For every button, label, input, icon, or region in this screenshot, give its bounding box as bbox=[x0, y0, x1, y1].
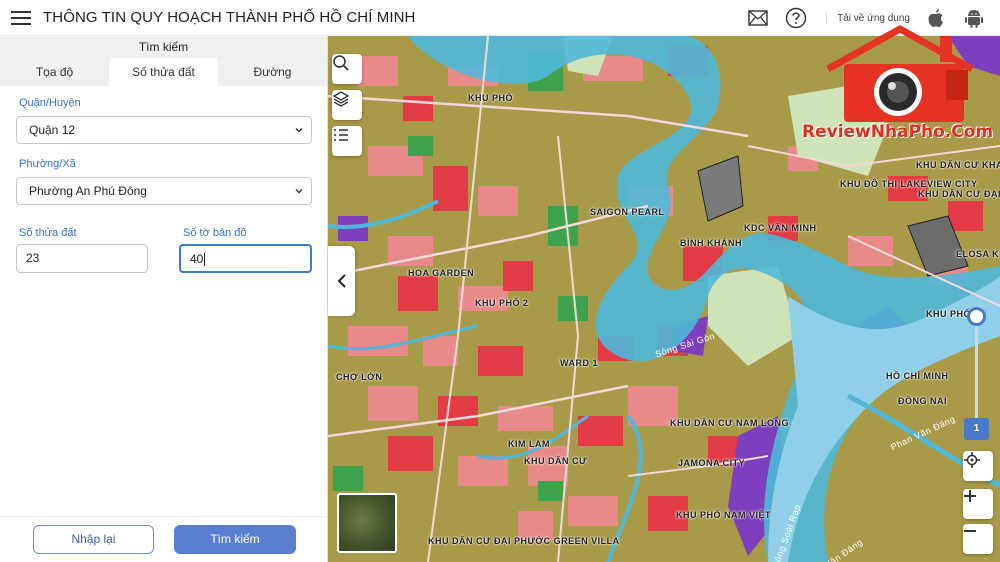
map-label: JAMONA CITY bbox=[678, 458, 746, 468]
minus-icon bbox=[964, 530, 976, 532]
zoom-level-badge: 1 bbox=[964, 418, 989, 440]
zoom-slider-track[interactable] bbox=[975, 316, 978, 426]
map-label: ĐỒNG NAI bbox=[898, 396, 947, 406]
watermark-text: ReviewNhaPho.Com bbox=[802, 122, 994, 142]
map-label: WARD 1 bbox=[560, 358, 599, 368]
chevron-left-icon bbox=[337, 274, 346, 288]
house-camera-logo bbox=[826, 24, 974, 122]
chevron-down-icon bbox=[295, 128, 303, 133]
map-sheet-input[interactable]: 40 bbox=[179, 244, 312, 273]
tab-parcel-number[interactable]: Số thửa đất bbox=[109, 58, 218, 86]
locate-button[interactable] bbox=[963, 451, 993, 481]
search-panel-title: Tìm kiếm bbox=[138, 40, 189, 54]
map-label: KHU DÂN CƯ ĐẠI HỌC BÁCH KHOA bbox=[918, 189, 1000, 199]
map-label: KHU PHỐ bbox=[926, 309, 972, 319]
search-button[interactable]: Tìm kiếm bbox=[174, 525, 296, 554]
tab-street[interactable]: Đường bbox=[218, 58, 327, 86]
map-label: KHU DÂN CƯ ĐẠI PHƯỚC GREEN VILLA bbox=[428, 536, 620, 546]
tab-coordinates[interactable]: Tọa độ bbox=[0, 58, 109, 86]
list-icon bbox=[334, 129, 348, 141]
parcel-number-value: 23 bbox=[26, 251, 40, 265]
map-label: SAIGON PEARL bbox=[590, 207, 665, 217]
map-label: KDC VĂN MINH bbox=[744, 223, 817, 233]
parcel-number-input[interactable]: 23 bbox=[16, 244, 148, 273]
map-label: KHU ĐÔ THỊ LAKEVIEW CITY bbox=[840, 179, 978, 189]
chevron-down-icon bbox=[295, 189, 303, 194]
legend-button[interactable] bbox=[332, 126, 362, 156]
plus-icon bbox=[964, 490, 976, 502]
menu-icon[interactable] bbox=[11, 10, 31, 25]
map-label: KHU PHỐ 2 bbox=[475, 298, 529, 308]
map-label: ELOSA KHANG ĐIỀN bbox=[956, 249, 1000, 259]
collapse-panel-button[interactable] bbox=[328, 246, 355, 316]
map-search-button[interactable] bbox=[332, 54, 362, 84]
search-panel: Tìm kiếm Tọa độ Số thửa đất Đường Quận/H… bbox=[0, 36, 328, 562]
search-panel-footer: Nhập lại Tìm kiếm bbox=[0, 516, 327, 562]
map-label: KHU DÂN CƯ bbox=[524, 456, 587, 466]
ward-value: Phường An Phú Đông bbox=[29, 184, 147, 198]
parcel-number-label: Số thửa đất bbox=[19, 227, 77, 239]
basemap-toggle[interactable] bbox=[337, 493, 397, 553]
watermark-logo: ReviewNhaPho.Com bbox=[800, 24, 994, 144]
reset-button[interactable]: Nhập lại bbox=[33, 525, 154, 554]
search-panel-header: Tìm kiếm Tọa độ Số thửa đất Đường bbox=[0, 36, 327, 86]
zoom-slider-handle[interactable] bbox=[967, 307, 986, 326]
map-label: KHU PHỐ NAM VIỆT bbox=[676, 510, 772, 520]
map-label: HOA GARDEN bbox=[408, 268, 475, 278]
map-label: KHU PHỐ bbox=[468, 93, 514, 103]
ward-select[interactable]: Phường An Phú Đông bbox=[16, 177, 312, 205]
district-select[interactable]: Quận 12 bbox=[16, 116, 312, 144]
zoom-in-button[interactable] bbox=[963, 489, 993, 519]
search-tabs: Tọa độ Số thửa đất Đường bbox=[0, 58, 327, 86]
map-label: CHỢ LỚN bbox=[336, 372, 383, 382]
map-label: HỒ CHÍ MINH bbox=[886, 371, 949, 381]
app-title: THÔNG TIN QUY HOẠCH THÀNH PHỐ HỒ CHÍ MIN… bbox=[43, 9, 416, 26]
district-value: Quận 12 bbox=[29, 123, 76, 137]
ward-label: Phường/Xã bbox=[19, 158, 76, 170]
map-label: KHU DÂN CƯ KHANG AN bbox=[916, 160, 1000, 170]
mail-icon[interactable] bbox=[746, 6, 770, 30]
layers-icon bbox=[332, 91, 350, 107]
map-label: BÌNH KHÁNH bbox=[680, 238, 742, 248]
download-app-label: Tải về ứng dụng bbox=[826, 12, 910, 24]
zoom-out-button[interactable] bbox=[963, 524, 993, 554]
district-label: Quận/Huyện bbox=[19, 97, 81, 109]
map-sheet-value: 40 bbox=[190, 252, 204, 266]
map-label: KHU DÂN CƯ NAM LONG bbox=[670, 418, 789, 428]
map-label: KIM LAM bbox=[508, 439, 550, 449]
map-sheet-label: Số tờ bản đồ bbox=[183, 227, 247, 239]
layers-button[interactable] bbox=[332, 90, 362, 120]
text-caret bbox=[204, 253, 206, 267]
search-icon bbox=[333, 55, 349, 71]
crosshair-icon bbox=[964, 452, 980, 468]
